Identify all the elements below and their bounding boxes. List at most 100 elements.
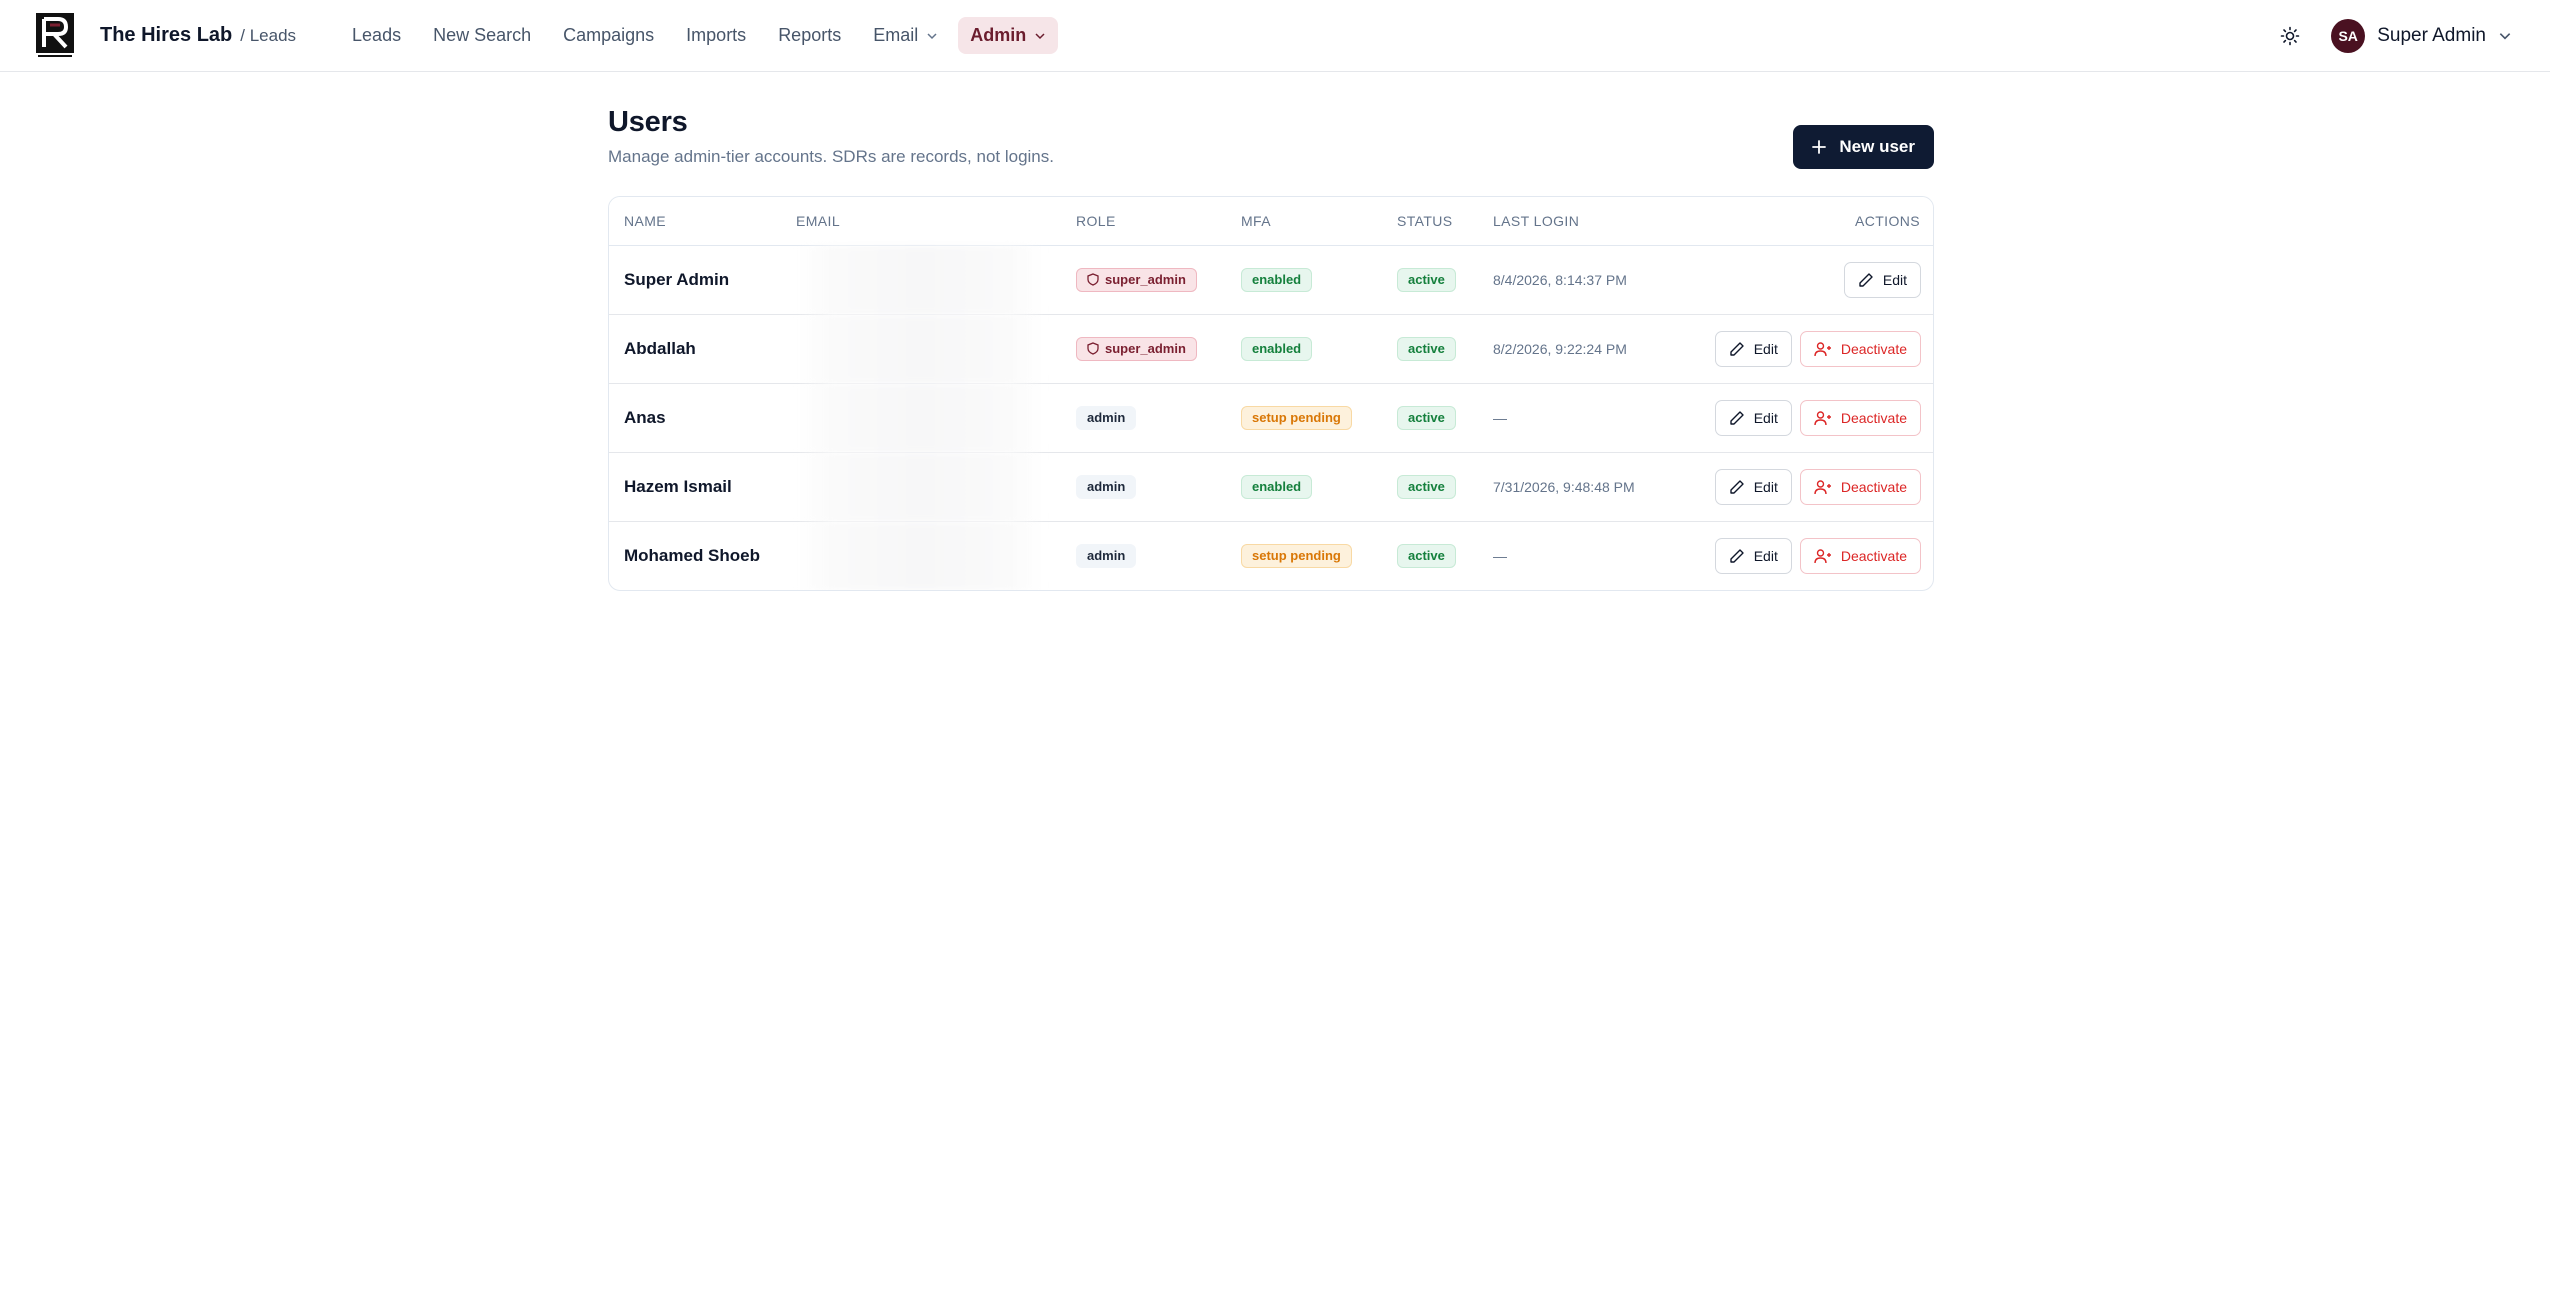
chevron-down-icon	[2499, 33, 2511, 40]
role-label: super_admin	[1105, 341, 1186, 356]
actions-cell: Edit	[1678, 245, 1933, 315]
mfa-badge: setup pending	[1241, 405, 1352, 430]
redacted-email	[796, 314, 1046, 383]
column-header-last-login[interactable]: LAST LOGIN	[1478, 197, 1678, 246]
redacted-email	[796, 521, 1046, 590]
actions-cell: Edit Deactivate	[1678, 383, 1933, 453]
edit-button[interactable]: Edit	[1714, 399, 1792, 436]
status-cell: active	[1382, 452, 1478, 522]
nav-imports-label: Imports	[686, 25, 747, 45]
theme-toggle-button[interactable]	[2275, 21, 2305, 51]
hires-lab-logo[interactable]	[36, 12, 74, 59]
email-cell-redacted	[781, 521, 1061, 590]
edit-button[interactable]: Edit	[1714, 330, 1792, 367]
main-content: Users Manage admin-tier accounts. SDRs a…	[608, 72, 1934, 591]
deactivate-button[interactable]: Deactivate	[1799, 468, 1921, 505]
chevron-down-icon	[927, 32, 937, 39]
user-minus-icon	[1814, 548, 1831, 563]
mfa-cell: enabled	[1226, 314, 1382, 384]
nav-new-search[interactable]: New Search	[421, 17, 543, 54]
nav-email-dropdown[interactable]: Email	[861, 17, 950, 54]
column-header-role[interactable]: ROLE	[1061, 197, 1226, 246]
pencil-icon	[1730, 410, 1744, 425]
status-cell: active	[1382, 521, 1478, 590]
nav-email-label: Email	[873, 25, 919, 45]
nav-campaigns-label: Campaigns	[563, 25, 655, 45]
mfa-cell: setup pending	[1226, 383, 1382, 453]
redacted-email	[796, 383, 1046, 452]
users-table: NAME EMAIL ROLE MFA STATUS LAST LOGIN AC…	[609, 197, 1933, 590]
role-cell: super_admin	[1061, 314, 1226, 384]
status-badge: active	[1397, 543, 1456, 568]
role-badge: admin	[1076, 543, 1137, 568]
table-row: Super Admin super_admin enabled active 8…	[609, 245, 1933, 315]
table-row: Mohamed Shoeb admin setup pending active…	[609, 521, 1933, 590]
status-badge: active	[1397, 267, 1456, 292]
edit-label: Edit	[1753, 478, 1778, 495]
edit-button[interactable]: Edit	[1843, 261, 1921, 298]
edit-label: Edit	[1753, 340, 1778, 357]
status-cell: active	[1382, 245, 1478, 315]
topbar-right: SA Super Admin	[2275, 0, 2512, 72]
nav-admin-label: Admin	[970, 25, 1027, 45]
nav-leads-label: Leads	[352, 25, 402, 45]
role-badge: super_admin	[1076, 267, 1197, 292]
redacted-email	[796, 245, 1046, 314]
status-cell: active	[1382, 383, 1478, 453]
page-subtitle: Manage admin-tier accounts. SDRs are rec…	[608, 147, 1054, 166]
column-header-name[interactable]: NAME	[609, 197, 781, 246]
mfa-cell: enabled	[1226, 452, 1382, 522]
table-row: Abdallah super_admin enabled active 8/2/…	[609, 314, 1933, 384]
nav-campaigns[interactable]: Campaigns	[551, 17, 666, 54]
redacted-email	[796, 452, 1046, 521]
user-name-cell: Mohamed Shoeb	[624, 545, 761, 565]
actions-cell: Edit Deactivate	[1678, 521, 1933, 590]
column-header-actions: ACTIONS	[1678, 197, 1933, 246]
shield-icon	[1087, 342, 1099, 355]
page-title: Users	[608, 106, 688, 138]
nav-new-search-label: New Search	[433, 25, 532, 45]
last-login-cell: 8/4/2026, 8:14:37 PM	[1478, 245, 1678, 315]
deactivate-button[interactable]: Deactivate	[1799, 537, 1921, 574]
role-cell: super_admin	[1061, 245, 1226, 315]
sun-icon	[2280, 26, 2300, 46]
edit-button[interactable]: Edit	[1714, 537, 1792, 574]
edit-label: Edit	[1882, 271, 1907, 288]
email-cell-redacted	[781, 314, 1061, 384]
column-header-status[interactable]: STATUS	[1382, 197, 1478, 246]
plus-icon	[1812, 140, 1827, 154]
pencil-icon	[1730, 479, 1744, 494]
main-nav: Leads New Search Campaigns Imports Repor…	[340, 17, 1059, 54]
status-badge: active	[1397, 474, 1456, 499]
status-cell: active	[1382, 314, 1478, 384]
pencil-icon	[1730, 548, 1744, 563]
column-header-mfa[interactable]: MFA	[1226, 197, 1382, 246]
user-minus-icon	[1814, 341, 1831, 356]
nav-leads[interactable]: Leads	[340, 17, 413, 54]
nav-imports[interactable]: Imports	[674, 17, 758, 54]
last-login-cell: —	[1478, 383, 1678, 453]
brand-name[interactable]: The Hires Lab	[100, 24, 232, 47]
nav-reports[interactable]: Reports	[766, 17, 853, 54]
user-name: Super Admin	[2377, 25, 2486, 46]
deactivate-button[interactable]: Deactivate	[1799, 399, 1921, 436]
user-menu[interactable]: SA Super Admin	[2331, 19, 2512, 53]
status-badge: active	[1397, 405, 1456, 430]
email-cell-redacted	[781, 452, 1061, 522]
pencil-icon	[1859, 272, 1873, 287]
actions-cell: Edit Deactivate	[1678, 452, 1933, 522]
user-name-cell: Abdallah	[609, 314, 781, 384]
shield-icon	[1087, 273, 1099, 286]
user-name-cell: Anas	[609, 383, 781, 453]
deactivate-button[interactable]: Deactivate	[1799, 330, 1921, 367]
edit-label: Edit	[1753, 409, 1778, 426]
new-user-button[interactable]: New user	[1793, 125, 1934, 169]
last-login-cell: 8/2/2026, 9:22:24 PM	[1478, 314, 1678, 384]
edit-button[interactable]: Edit	[1714, 468, 1792, 505]
user-name-cell: Super Admin	[609, 245, 781, 315]
edit-label: Edit	[1753, 547, 1778, 564]
nav-admin-dropdown[interactable]: Admin	[958, 17, 1059, 54]
role-badge: super_admin	[1076, 336, 1197, 361]
column-header-email[interactable]: EMAIL	[781, 197, 1061, 246]
actions-cell: Edit Deactivate	[1678, 314, 1933, 384]
